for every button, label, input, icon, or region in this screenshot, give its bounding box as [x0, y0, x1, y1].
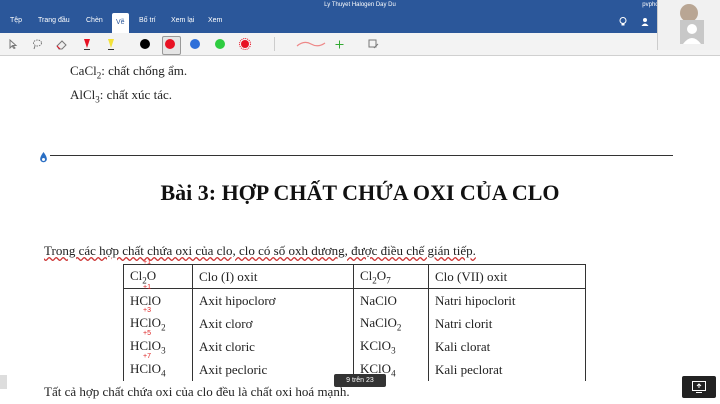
- select-tool-icon[interactable]: [6, 37, 20, 51]
- table-cell: Natri hipoclorit: [428, 288, 586, 312]
- table-cell: Clo (VII) oxit: [428, 264, 586, 289]
- color-blue[interactable]: [190, 39, 200, 49]
- oxidation-annotation: +5: [143, 330, 151, 337]
- avatar-icon: [680, 20, 704, 44]
- document-title: Ly Thuyet Halogen Day Du: [324, 2, 396, 8]
- webcam-overlay: [657, 0, 720, 50]
- highlighter-tool-icon[interactable]: [104, 37, 118, 51]
- lightbulb-icon[interactable]: [619, 17, 627, 28]
- table-cell: NaClO2: [353, 312, 429, 335]
- oxi-compound-table: Cl2O Clo (I) oxit Cl2O7 Clo (VII) oxit H…: [123, 264, 586, 381]
- table-cell: Natri clorit: [428, 312, 586, 335]
- divider-icon: [268, 37, 282, 51]
- ink-to-shape-icon[interactable]: [366, 37, 380, 51]
- tab-home[interactable]: Trang đầu: [38, 17, 70, 24]
- pen-tool-icon[interactable]: [80, 37, 94, 51]
- table-cell: HClO4: [123, 358, 193, 381]
- scroll-handle[interactable]: [0, 375, 7, 389]
- color-black[interactable]: [140, 39, 150, 49]
- oxidation-annotation: +3: [143, 307, 151, 314]
- oxidation-annotation: +7: [143, 353, 151, 360]
- tab-insert[interactable]: Chèn: [86, 17, 103, 24]
- doc-line-alcl3: AlCl3: chất xúc tác.: [70, 87, 172, 105]
- paragraph-marker-icon: [39, 150, 48, 163]
- ink-stroke-icon[interactable]: [296, 37, 326, 51]
- add-pen-icon[interactable]: [332, 37, 346, 51]
- table-cell: Cl2O7: [353, 264, 429, 289]
- table-cell: Clo (I) oxit: [192, 264, 354, 289]
- oxidation-annotation: +1: [143, 259, 151, 266]
- table-cell: Axit cloric: [192, 335, 354, 358]
- table-cell: Axit pecloric: [192, 358, 354, 381]
- tab-review[interactable]: Xem lại: [171, 17, 194, 24]
- table-cell: Kali clorat: [428, 335, 586, 358]
- table-cell: KClO3: [353, 335, 429, 358]
- document-page: CaCl2: chất chống ẩm. AlCl3: chất xúc tá…: [0, 56, 720, 404]
- lasso-tool-icon[interactable]: [30, 37, 44, 51]
- oxidation-annotation: +1: [143, 284, 151, 291]
- tab-file[interactable]: Tệp: [10, 17, 22, 24]
- table-cell: Cl2O: [123, 264, 193, 289]
- tab-draw[interactable]: Vẽ: [112, 13, 129, 33]
- doc-line-cacl2: CaCl2: chất chống ẩm.: [70, 63, 188, 81]
- tab-layout[interactable]: Bố trí: [139, 17, 156, 24]
- title-bar: Ly Thuyet Halogen Day Du pvpho.gdbt: [0, 0, 720, 13]
- page-indicator: 9 trên 23: [334, 374, 386, 387]
- table-row: Cl2O Clo (I) oxit Cl2O7 Clo (VII) oxit: [123, 264, 586, 289]
- share-icon[interactable]: [641, 17, 649, 28]
- tab-view[interactable]: Xem: [208, 17, 222, 24]
- section-heading: Bài 3: HỢP CHẤT CHỨA OXI CỦA CLO: [160, 180, 560, 205]
- screen-share-icon[interactable]: [682, 376, 716, 398]
- table-row: HClO3 Axit cloric KClO3 Kali clorat: [123, 335, 586, 358]
- section-divider: [50, 155, 673, 156]
- table-row: HClO Axit hipoclorơ NaClO Natri hipoclor…: [123, 288, 586, 312]
- table-cell: HClO3: [123, 335, 193, 358]
- color-red[interactable]: [165, 39, 175, 49]
- table-row: HClO2 Axit clorơ NaClO2 Natri clorit: [123, 312, 586, 335]
- color-red-ring[interactable]: [238, 37, 252, 51]
- table-cell: NaClO: [353, 288, 429, 312]
- intro-text: Trong các hợp chất chứa oxi của clo, clo…: [44, 243, 476, 258]
- table-cell: Axit clorơ: [192, 312, 354, 335]
- table-cell: Kali peclorat: [428, 358, 586, 381]
- color-green[interactable]: [215, 39, 225, 49]
- table-cell: Axit hipoclorơ: [192, 288, 354, 312]
- eraser-tool-icon[interactable]: [54, 37, 68, 51]
- table-cell: HClO2: [123, 312, 193, 335]
- footer-text: Tất cả hợp chất chứa oxi của clo đều là …: [44, 384, 350, 399]
- draw-toolbar: [0, 33, 720, 56]
- ribbon-tabs: Tệp Trang đầu Chèn Vẽ Bố trí Xem lại Xem: [0, 13, 720, 33]
- table-cell: HClO: [123, 288, 193, 312]
